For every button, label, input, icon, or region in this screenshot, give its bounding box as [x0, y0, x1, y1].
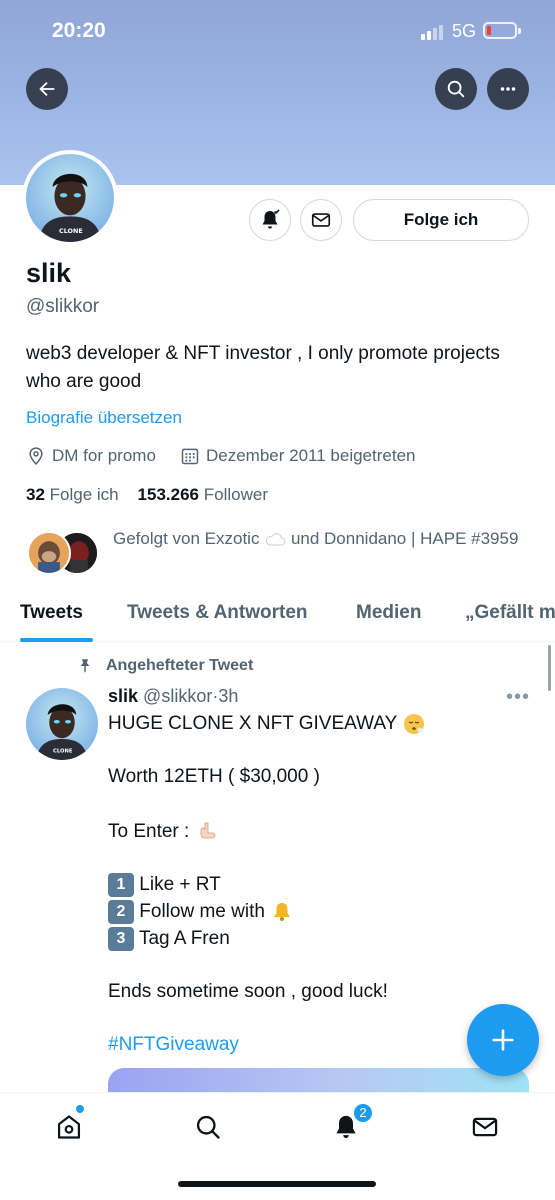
plus-icon [492, 1029, 514, 1051]
followers-link[interactable]: 153.266 Follower [138, 485, 268, 504]
message-button[interactable] [300, 199, 342, 241]
profile-handle: @slikkor [26, 296, 100, 317]
nav-home[interactable] [49, 1107, 89, 1147]
tweet-text: Like + RT [139, 874, 221, 896]
keycap-one-icon: 1 [108, 873, 134, 897]
following-label: Folge ich [49, 485, 119, 504]
tweet-more-icon[interactable]: ••• [506, 686, 530, 709]
home-new-indicator [76, 1105, 84, 1113]
search-icon [447, 80, 465, 98]
more-icon [500, 87, 516, 91]
mail-icon [472, 1117, 498, 1137]
profile-joined-date: Dezember 2011 beigetreten [180, 446, 416, 466]
tweet-line: To Enter : [108, 820, 219, 844]
avatar-image: CLONE [26, 688, 98, 760]
tweet-line: Ends sometime soon , good luck! [108, 981, 388, 1002]
pointing-down-icon [200, 822, 215, 839]
followed-by-text[interactable]: Gefolgt von Exzotic und Donnidano | HAPE… [113, 526, 533, 552]
back-arrow-icon [39, 81, 55, 97]
followers-label: Follower [203, 485, 268, 504]
tweet-line: HUGE CLONE X NFT GIVEAWAY [108, 712, 426, 736]
following-link[interactable]: 32 Folge ich [26, 485, 119, 504]
back-button[interactable] [26, 68, 68, 110]
tweet-header: slik @slikkor·3h [108, 686, 239, 706]
tweet-author-avatar[interactable]: CLONE [26, 688, 98, 760]
profile-name: slik [26, 258, 72, 288]
tab-likes[interactable]: „Gefällt mir“ [465, 602, 555, 624]
cloud-icon [266, 533, 286, 546]
bell-icon [262, 209, 280, 229]
tweet-line: Worth 12ETH ( $30,000 ) [108, 766, 320, 787]
followed-by-prefix: Gefolgt von Exzotic [113, 529, 260, 548]
follower-avatar [27, 531, 71, 575]
hashtag-link[interactable]: #NFTGiveaway [108, 1034, 239, 1056]
mail-icon [311, 213, 331, 227]
following-count: 32 [26, 485, 45, 504]
location-text: DM for promo [52, 446, 156, 465]
profile-avatar[interactable]: CLONE [22, 150, 118, 246]
followers-count: 153.266 [137, 485, 199, 504]
tab-tweets[interactable]: Tweets [20, 602, 83, 624]
followed-by-suffix: und Donnidano | HAPE #3959 [290, 529, 519, 548]
translate-bio-link[interactable]: Biografie übersetzen [26, 408, 182, 428]
status-bar: 20:20 5G [0, 0, 555, 62]
bell-emoji-icon [274, 903, 291, 921]
profile-tabs: Tweets Tweets & Antworten Medien „Gefäll… [0, 590, 555, 642]
svg-text:CLONE: CLONE [53, 749, 73, 755]
status-time: 20:20 [52, 19, 106, 42]
search-button[interactable] [435, 68, 477, 110]
nav-search[interactable] [188, 1107, 228, 1147]
tweet-step: 2 Follow me with [108, 900, 294, 924]
exhale-face-icon [404, 714, 425, 734]
network-label: 5G [452, 21, 477, 41]
notifications-toggle-button[interactable] [249, 199, 291, 241]
profile-bio: web3 developer & NFT investor , I only p… [26, 343, 500, 392]
following-button[interactable]: Folge ich [353, 199, 529, 241]
calendar-icon [181, 448, 199, 465]
tab-media[interactable]: Medien [356, 602, 421, 624]
tweet-step: 3 Tag A Fren [108, 927, 230, 951]
avatar-image: CLONE [26, 154, 114, 242]
profile-location: DM for promo [26, 446, 156, 466]
tweet-text: Tag A Fren [138, 928, 230, 950]
signal-icon [421, 24, 445, 40]
tweet-author-name[interactable]: slik [108, 686, 138, 706]
notifications-badge: 2 [352, 1102, 374, 1124]
tweet-text: To Enter : [108, 821, 190, 843]
compose-tweet-button[interactable] [467, 1004, 539, 1076]
home-indicator[interactable] [178, 1181, 376, 1187]
svg-text:CLONE: CLONE [59, 227, 83, 235]
location-icon [29, 447, 43, 465]
keycap-two-icon: 2 [108, 900, 134, 924]
tweet-step: 1 Like + RT [108, 873, 221, 897]
active-tab-indicator [20, 638, 93, 642]
tweet-time[interactable]: 3h [218, 686, 238, 706]
tweet-text: Follow me with [139, 901, 265, 923]
search-icon [196, 1115, 220, 1139]
nav-messages[interactable] [465, 1107, 505, 1147]
pinned-label-text: Angehefteter Tweet [106, 657, 254, 674]
home-icon [57, 1115, 81, 1139]
tweet-text: HUGE CLONE X NFT GIVEAWAY [108, 713, 397, 735]
follow-counts: 32 Folge ich 153.266 Follower [26, 485, 268, 505]
joined-text: Dezember 2011 beigetreten [206, 446, 416, 465]
keycap-three-icon: 3 [108, 927, 134, 951]
more-button[interactable] [487, 68, 529, 110]
pin-icon [80, 659, 90, 673]
followed-by-avatars[interactable] [27, 531, 101, 575]
scrollbar[interactable] [548, 645, 551, 691]
battery-icon [483, 22, 521, 39]
pinned-tweet-label: Angehefteter Tweet [76, 657, 253, 675]
tab-tweets-and-replies[interactable]: Tweets & Antworten [127, 602, 308, 624]
tweet-author-handle[interactable]: @slikkor [143, 686, 212, 706]
